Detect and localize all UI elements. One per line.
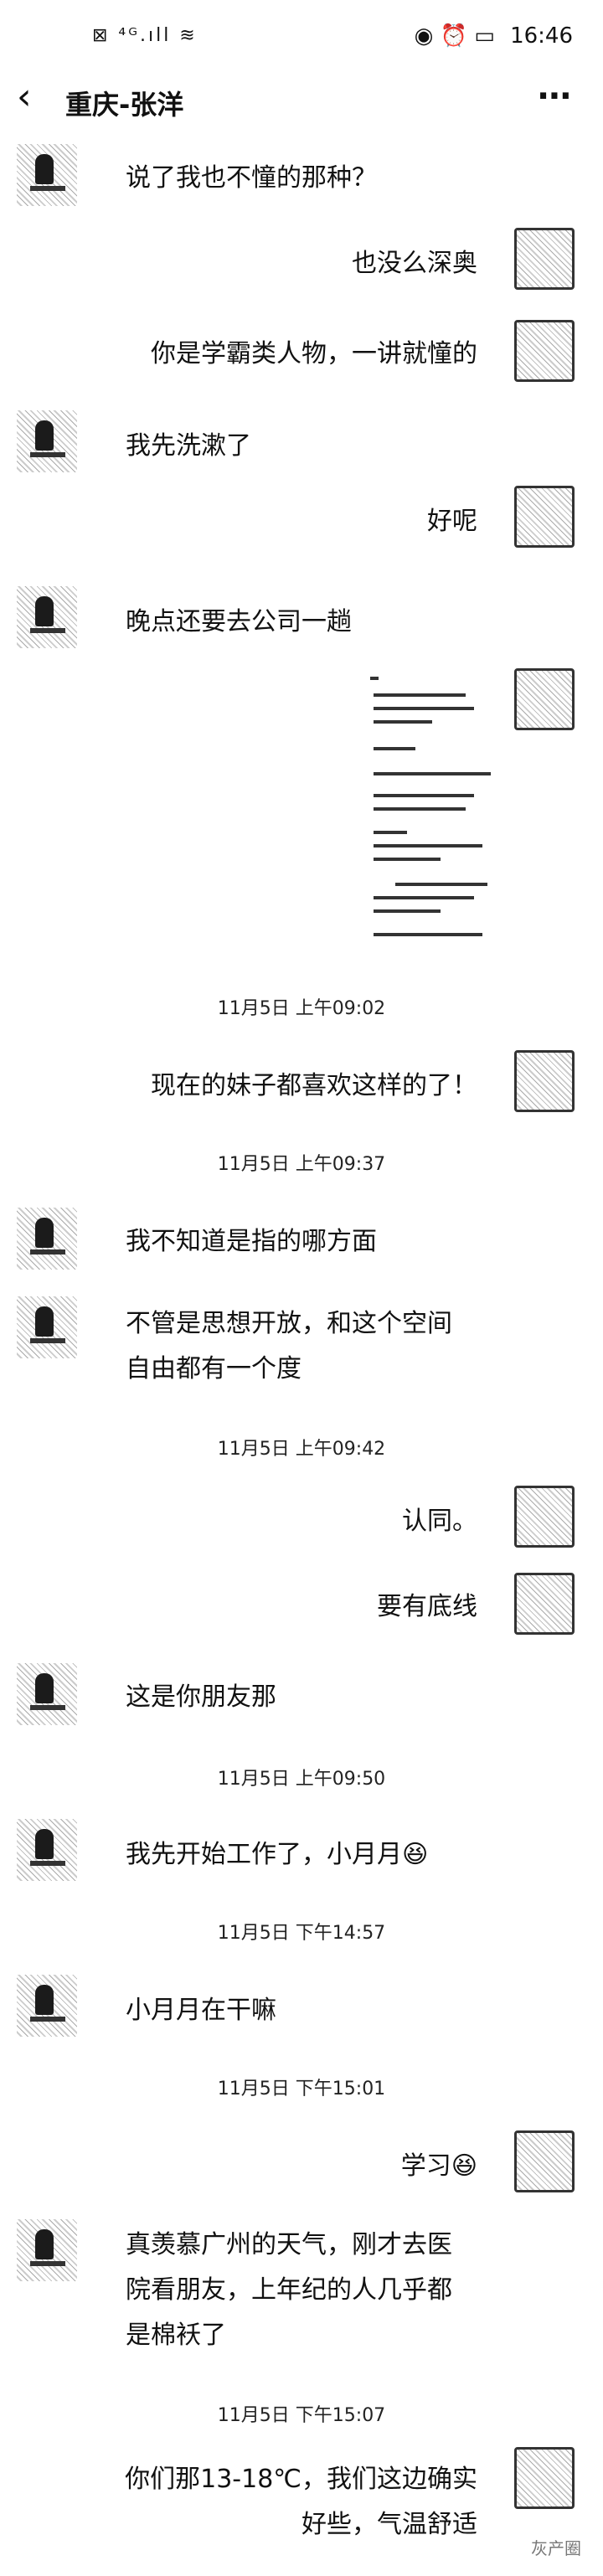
- avatar[interactable]: [514, 2447, 575, 2509]
- laughing-emoji: 😆: [451, 2151, 477, 2181]
- message-with-emoji: 学习😆: [401, 2146, 477, 2187]
- avatar[interactable]: [514, 2130, 575, 2192]
- timestamp: 11月5日 上午09:02: [217, 998, 386, 1019]
- avatar[interactable]: [17, 410, 77, 472]
- message-text: 我不知道是指的哪方面: [126, 1227, 377, 1256]
- status-right: ◉ ⏰ ▭ 16:46: [406, 23, 573, 49]
- status-indicator-icons: ◉ ⏰ ▭: [414, 23, 495, 49]
- avatar[interactable]: [17, 586, 77, 648]
- message-text: 也没么深奥: [352, 249, 477, 278]
- chat-header: ‹ 重庆-张洋 ⋯: [0, 75, 603, 134]
- message-text: 真羡慕广州的天气，刚才去医: [126, 2230, 452, 2259]
- avatar[interactable]: [514, 1050, 575, 1112]
- message-with-emoji: 我先开始工作了，小月月😆: [126, 1834, 428, 1876]
- message-text: 学习: [400, 2151, 451, 2181]
- message-text: 说了我也不憧的那种？: [126, 163, 377, 193]
- network-icons: ⊠ ⁴ᴳ.ıll ≋: [92, 25, 198, 46]
- timestamp: 11月5日 上午09:37: [217, 1154, 386, 1175]
- avatar[interactable]: [514, 668, 575, 730]
- message-text: 要有底线: [377, 1592, 477, 1621]
- avatar[interactable]: [514, 1573, 575, 1635]
- document-image[interactable]: [362, 668, 496, 953]
- avatar[interactable]: [17, 1819, 77, 1881]
- timestamp: 11月5日 上午09:50: [217, 1769, 386, 1790]
- avatar[interactable]: [17, 1208, 77, 1270]
- status-bar: ⊠ ⁴ᴳ.ıll ≋ ◉ ⏰ ▭ 16:46: [0, 0, 603, 74]
- chevron-left-icon[interactable]: ‹: [17, 79, 32, 116]
- laughing-emoji: 😆: [402, 1840, 429, 1869]
- message-text: 不管是思想开放，和这个空间: [126, 1309, 452, 1338]
- timestamp: 11月5日 上午09:42: [217, 1439, 386, 1460]
- message-text: 好些，气温舒适: [302, 2510, 477, 2539]
- message-text: 认同。: [402, 1507, 477, 1536]
- message-text: 这是你朋友那: [126, 1682, 276, 1712]
- timestamp: 11月5日 下午14:57: [217, 1923, 386, 1944]
- avatar[interactable]: [17, 1296, 77, 1358]
- message-text: 自由都有一个度: [126, 1354, 302, 1383]
- avatar[interactable]: [17, 1663, 77, 1725]
- avatar[interactable]: [17, 2219, 77, 2281]
- timestamp: 11月5日 下午15:07: [217, 2405, 386, 2426]
- more-horizontal-icon[interactable]: ⋯: [538, 77, 573, 116]
- message-text: 我先洗漱了: [126, 431, 251, 461]
- message-text: 晚点还要去公司一趟: [126, 607, 352, 636]
- message-text: 院看朋友，上年纪的人几乎都: [126, 2275, 452, 2305]
- message-text: 你们那13-18℃，我们这边确实: [125, 2465, 477, 2494]
- message-text: 是棉袄了: [126, 2321, 226, 2350]
- avatar[interactable]: [514, 228, 575, 290]
- avatar[interactable]: [514, 486, 575, 548]
- clock: 16:46: [510, 23, 573, 49]
- chat-title: 重庆-张洋: [65, 89, 184, 121]
- avatar[interactable]: [514, 320, 575, 382]
- timestamp: 11月5日 下午15:01: [217, 2079, 386, 2099]
- avatar[interactable]: [17, 1975, 77, 2037]
- avatar[interactable]: [514, 1486, 575, 1548]
- message-text: 你是学霸类人物，一讲就憧的: [151, 339, 477, 368]
- message-text: 小月月在干嘛: [126, 1996, 276, 2025]
- avatar[interactable]: [17, 144, 77, 206]
- message-text: 好呢: [427, 507, 477, 536]
- message-text: 我先开始工作了，小月月: [126, 1840, 402, 1869]
- message-text: 现在的妹子都喜欢这样的了！: [151, 1071, 477, 1100]
- watermark: 灰产圈: [531, 2538, 581, 2558]
